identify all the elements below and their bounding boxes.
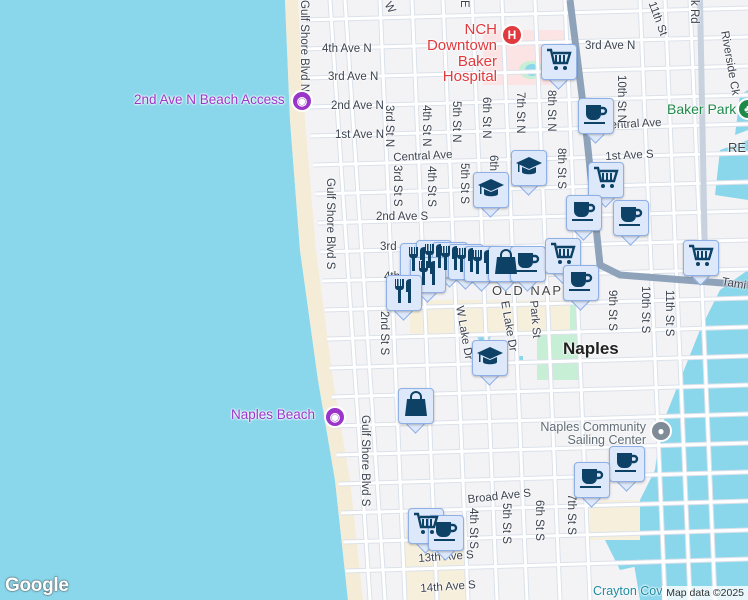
coffee-icon [515,250,541,279]
street-label: 3rd Ave N [328,71,379,83]
street-label: 1st Ave N [335,129,385,141]
coffee-icon [568,269,594,298]
street-label: 4th St N [420,105,432,147]
camera-pin-icon[interactable]: ◉ [324,406,346,428]
marker-box [428,515,464,551]
marker-box [473,172,509,208]
marker-box [563,265,599,301]
cart-marker[interactable] [541,44,577,90]
coffee-marker[interactable] [613,200,649,246]
grad-cap-icon [515,154,543,183]
street-label: 6th [487,155,499,171]
street-label: 11th St S [663,290,675,337]
marker-box [588,162,624,198]
street-label: 8th St S [555,148,567,189]
marker-box [683,240,719,276]
street-label: 6th St S [533,500,545,541]
pin-icon[interactable]: ● [650,420,672,442]
restaurant-icon [392,278,416,309]
cart-icon [546,48,572,77]
cart-icon [688,244,714,273]
bag-marker[interactable] [398,388,434,434]
marker-box [510,246,546,282]
street-label: 3rd St N [383,105,395,148]
street-label: 3rd [380,241,397,253]
street-label: 7th St N [514,92,526,134]
street-label: 10th St N [615,75,627,123]
coffee-marker[interactable] [563,265,599,311]
city-label[interactable]: Naples [563,339,619,359]
camera-pin-icon[interactable]: ◉ [291,90,313,112]
street-label: 5th St N [450,101,462,143]
marker-box [472,340,508,376]
coffee-marker[interactable] [428,515,464,561]
hospital-pin-icon[interactable]: H [501,24,523,46]
grad-cap-icon [477,176,505,205]
street-label: 4th St S [425,166,437,207]
baker-park-label[interactable]: Baker Park [667,101,736,117]
marker-box [609,446,645,482]
marker-box [574,462,610,498]
coffee-marker[interactable] [566,195,602,241]
street-label: 10th St S [639,286,651,334]
coffee-icon [433,519,459,548]
crayton-cove-label[interactable]: Crayton Cov [593,584,662,598]
coffee-icon [571,199,597,228]
map-canvas[interactable] [0,0,748,600]
street-label: 2nd Ave S [376,211,429,223]
marker-box [398,388,434,424]
sailing-center-label[interactable]: Naples Community Sailing Center [526,420,646,447]
street-label: 3rd St S [391,165,403,207]
street-label: Gulf Shore Blvd S [324,178,336,270]
grad-cap-marker[interactable] [473,172,509,218]
street-label: 6th St N [480,97,492,139]
cart-marker[interactable] [683,240,719,286]
beach-access-label[interactable]: 2nd Ave N Beach Access [134,92,285,107]
street-label: 4th St S [467,508,479,549]
google-logo[interactable]: Google [5,575,69,597]
marker-box [613,200,649,236]
marker-box [511,150,547,186]
coffee-icon [583,102,609,131]
grad-cap-icon [476,344,504,373]
marker-box [578,98,614,134]
street-label: E [458,0,470,8]
coffee-icon [614,450,640,479]
coffee-marker[interactable] [510,246,546,292]
street-label: 2nd Ave N [331,100,384,112]
street-label: 1st Ave S [605,148,654,163]
street-label: 3rd Ave N [585,40,636,52]
marker-box [541,44,577,80]
street-label: Gulf Shore Blvd S [359,415,371,507]
street-label: Gulf Shore Blvd N [298,0,310,93]
coffee-marker[interactable] [574,462,610,508]
neighborhood-label[interactable]: RE [728,140,746,155]
street-label: 8th St N [545,90,557,132]
coffee-marker[interactable] [609,446,645,492]
grad-cap-marker[interactable] [472,340,508,386]
coffee-icon [579,466,605,495]
naples-beach-label[interactable]: Naples Beach [231,407,315,422]
grad-cap-marker[interactable] [511,150,547,196]
street-label: 4th Ave N [322,43,372,55]
hospital-label[interactable]: NCH Downtown Baker Hospital [400,22,497,85]
map-attribution[interactable]: Map data ©2025 [662,586,748,600]
street-label: 5th St S [458,163,470,204]
street-label: 9th St S [606,290,618,331]
bag-icon [404,390,428,422]
coffee-marker[interactable] [578,98,614,144]
marker-box [566,195,602,231]
coffee-icon [618,204,644,233]
cart-icon [593,166,619,195]
street-label: k Rd [688,0,700,24]
street-label: 5th St S [500,503,512,544]
